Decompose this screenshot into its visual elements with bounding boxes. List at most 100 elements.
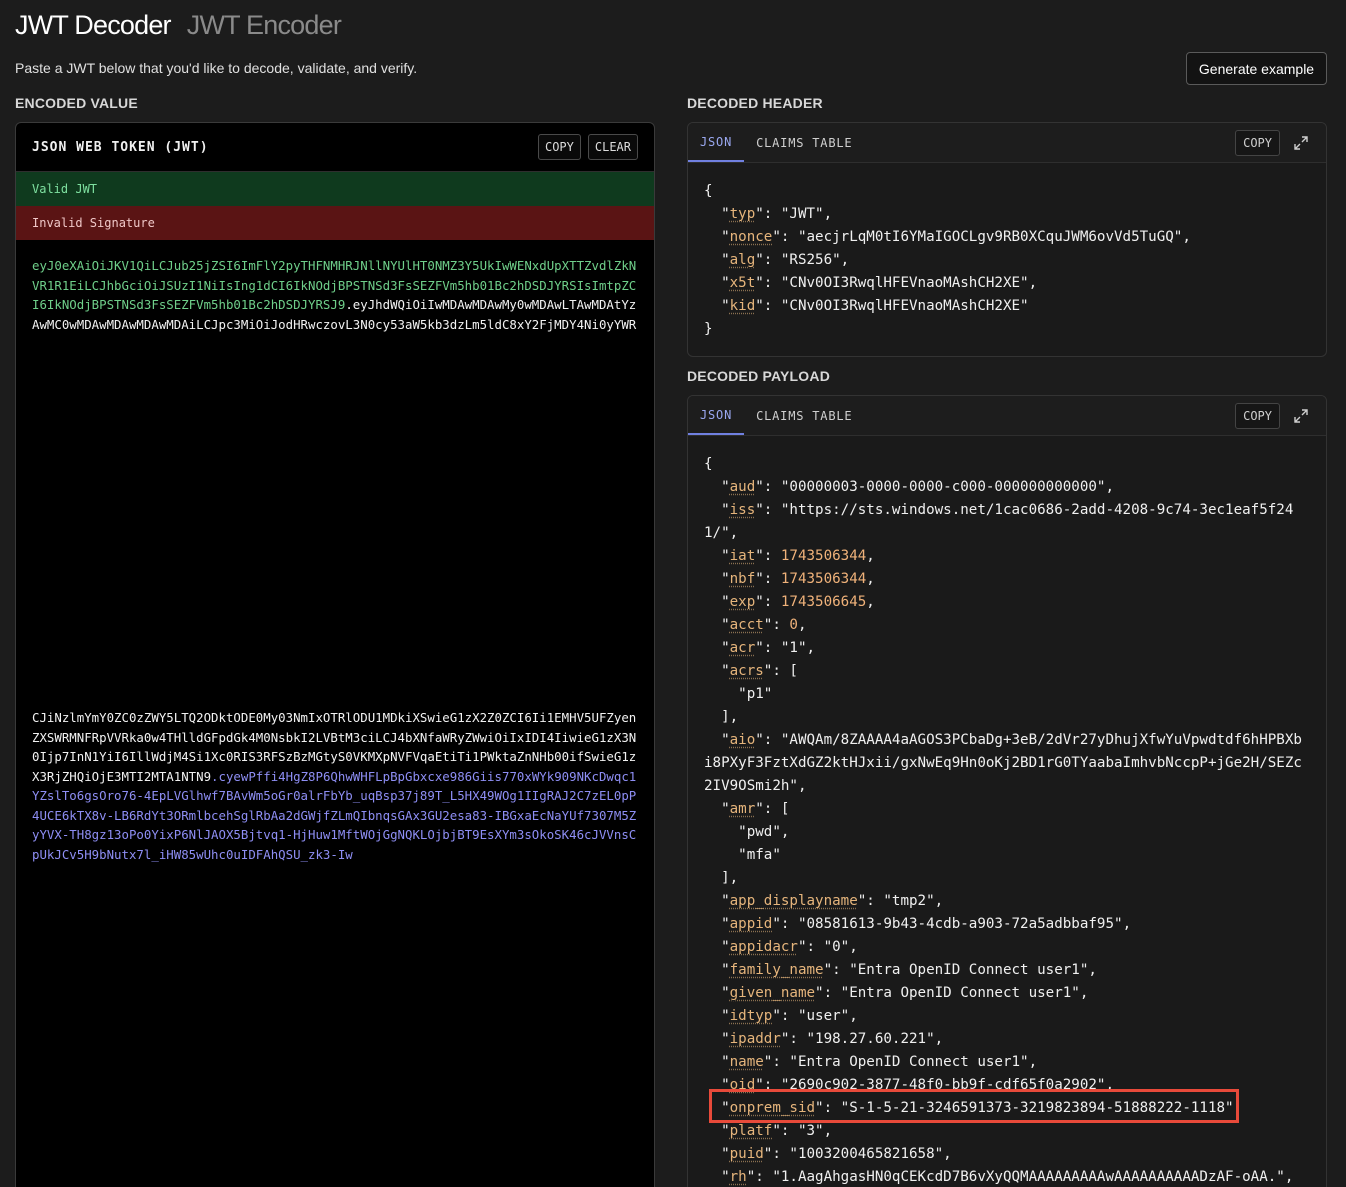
json-key: x5t — [729, 275, 756, 291]
json-value: "198.27.60.221" — [806, 1031, 935, 1047]
json-key: idtyp — [729, 1008, 773, 1024]
header-claim-kid: "kid": "CNv0OI3RwqlHFEVnaoMAshCH2XE" — [704, 298, 1029, 314]
json-key: rh — [729, 1169, 747, 1185]
header-claim-alg: "alg": "RS256", — [704, 252, 850, 268]
copy-token-button[interactable]: COPY — [537, 134, 581, 160]
json-key: appid — [729, 916, 773, 932]
decoded-header-label: DECODED HEADER — [687, 95, 823, 111]
json-value: "user" — [797, 1008, 850, 1024]
json-key: platf — [729, 1123, 773, 1139]
claim-aio-cont1: i8PXyF3FztXdGZ2ktHJxii/gxNwEq9Hn0oKj2BD1… — [704, 755, 1302, 771]
claim-iss-cont: 1/", — [704, 525, 739, 541]
json-value: "3" — [797, 1123, 824, 1139]
json-key: given_name — [729, 985, 816, 1001]
encoded-panel-title: JSON WEB TOKEN (JWT) — [32, 139, 209, 155]
onprem-sid-highlight — [709, 1089, 1239, 1123]
expand-icon[interactable] — [1292, 407, 1310, 425]
header-claim-x5t: "x5t": "CNv0OI3RwqlHFEVnaoMAshCH2XE", — [704, 275, 1038, 291]
valid-jwt-status: Valid JWT — [16, 172, 654, 206]
payload-tab-claims-table[interactable]: CLAIMS TABLE — [744, 396, 864, 435]
json-key: kid — [729, 298, 756, 314]
json-value: "1.AagAhgasHN0qCEKcdD7B6vXyQQMAAAAAAAAAw… — [772, 1169, 1285, 1185]
clear-token-button[interactable]: CLEAR — [587, 134, 638, 160]
json-value: "aecjrLqM0tI6YMaIGOCLgv9RB0XCquJWM6ovVd5… — [797, 229, 1183, 245]
json-key: ipaddr — [729, 1031, 781, 1047]
claim-rh: "rh": "1.AagAhgasHN0qCEKcdD7B6vXyQQMAAAA… — [704, 1169, 1294, 1185]
page-subtitle: Paste a JWT below that you'd like to dec… — [15, 60, 418, 76]
json-key: typ — [729, 206, 756, 222]
claim-iss: "iss": "https://sts.windows.net/1cac0686… — [704, 502, 1294, 518]
invalid-signature-status: Invalid Signature — [16, 206, 654, 240]
payload-tab-json[interactable]: JSON — [688, 396, 745, 435]
claim-nbf: "nbf": 1743506344, — [704, 571, 875, 587]
json-value: "0" — [823, 939, 850, 955]
json-key: name — [729, 1054, 764, 1070]
claim-platf: "platf": "3", — [704, 1123, 833, 1139]
json-value: "JWT" — [780, 206, 824, 222]
header-copy-button[interactable]: COPY — [1235, 130, 1280, 156]
json-key: appidacr — [729, 939, 798, 955]
header-tab-claims-table[interactable]: CLAIMS TABLE — [744, 123, 864, 162]
json-value: "08581613-9b43-4cdb-a903-72a5adbbaf95" — [797, 916, 1123, 932]
json-open-brace: { — [704, 183, 713, 199]
decoded-payload-panel: JSON CLAIMS TABLE COPY { "aud": "0000000… — [687, 395, 1327, 1187]
encoded-panel-header: JSON WEB TOKEN (JWT) COPY CLEAR — [16, 123, 654, 172]
header-claim-nonce: "nonce": "aecjrLqM0tI6YMaIGOCLgv9RB0XCqu… — [704, 229, 1191, 245]
claim-name: "name": "Entra OpenID Connect user1", — [704, 1054, 1038, 1070]
claim-acrs-item: "p1" — [738, 686, 773, 702]
claim-appid: "appid": "08581613-9b43-4cdb-a903-72a5ad… — [704, 916, 1132, 932]
payload-rest-claims: "app_displayname": "tmp2", "appid": "085… — [704, 890, 1310, 1187]
encoded-value-label: ENCODED VALUE — [15, 95, 138, 111]
json-open-brace: { — [704, 456, 713, 472]
json-value: "CNv0OI3RwqlHFEVnaoMAshCH2XE" — [780, 275, 1029, 291]
claim-given_name: "given_name": "Entra OpenID Connect user… — [704, 985, 1089, 1001]
claim-aud: "aud": "00000003-0000-0000-c000-00000000… — [704, 479, 1115, 495]
claim-acrs: "acrs": [ — [704, 663, 798, 679]
claim-acrs-close: ], — [704, 709, 739, 725]
header-tab-json[interactable]: JSON — [688, 123, 745, 162]
json-value: "Entra OpenID Connect user1" — [840, 985, 1080, 1001]
payload-json-body: { "aud": "00000003-0000-0000-c000-000000… — [688, 436, 1326, 1187]
claim-iat: "iat": 1743506344, — [704, 548, 875, 564]
json-value: "RS256" — [780, 252, 841, 268]
claim-family_name: "family_name": "Entra OpenID Connect use… — [704, 962, 1097, 978]
header-json-body: { "typ": "JWT", "nonce": "aecjrLqM0tI6YM… — [688, 163, 1326, 341]
claim-acr: "acr": "1", — [704, 640, 816, 656]
tab-jwt-decoder[interactable]: JWT Decoder — [15, 10, 172, 41]
claim-appidacr: "appidacr": "0", — [704, 939, 858, 955]
claim-app_displayname: "app_displayname": "tmp2", — [704, 893, 944, 909]
claim-acct: "acct": 0, — [704, 617, 807, 633]
json-value: "Entra OpenID Connect user1" — [849, 962, 1089, 978]
claim-aio-cont2: 2IV9OSmi2h", — [704, 778, 807, 794]
decoded-header-panel: JSON CLAIMS TABLE COPY { "typ": "JWT", "… — [687, 122, 1327, 357]
title-tabs: JWT Decoder JWT Encoder — [15, 10, 342, 41]
json-value: "tmp2" — [883, 893, 935, 909]
token-input-top[interactable]: eyJ0eXAiOiJKV1QiLCJub25jZSI6ImFlY2pyTHFN… — [16, 256, 654, 334]
tab-jwt-encoder[interactable]: JWT Encoder — [187, 10, 342, 41]
claim-aio: "aio": "AWQAm/8ZAAAA4aAGOS3PCbaDg+3eB/2d… — [704, 732, 1302, 748]
json-key: nonce — [729, 229, 773, 245]
json-value: "Entra OpenID Connect user1" — [789, 1054, 1029, 1070]
json-close-brace: } — [704, 321, 713, 337]
claim-exp: "exp": 1743506645, — [704, 594, 875, 610]
generate-example-button[interactable]: Generate example — [1186, 52, 1327, 85]
json-value: "CNv0OI3RwqlHFEVnaoMAshCH2XE" — [780, 298, 1029, 314]
json-key: puid — [729, 1146, 764, 1162]
header-claim-typ: "typ": "JWT", — [704, 206, 833, 222]
token-input-bottom[interactable]: CJiNzlmYmY0ZC0zZWY5LTQ2ODktODE0My03NmIxO… — [16, 708, 654, 864]
encoded-token-panel: JSON WEB TOKEN (JWT) COPY CLEAR Valid JW… — [15, 122, 655, 1187]
claim-amr-close: ], — [704, 870, 739, 886]
claim-puid: "puid": "1003200465821658", — [704, 1146, 952, 1162]
claim-amr: "amr": [ — [704, 801, 790, 817]
payload-copy-button[interactable]: COPY — [1235, 403, 1280, 429]
json-key: app_displayname — [729, 893, 858, 909]
decoded-payload-label: DECODED PAYLOAD — [687, 368, 831, 384]
json-key: alg — [729, 252, 756, 268]
json-value: "1003200465821658" — [789, 1146, 944, 1162]
claim-amr-item: "pwd", — [738, 824, 790, 840]
claim-amr-item: "mfa" — [738, 847, 781, 863]
expand-icon[interactable] — [1292, 134, 1310, 152]
claim-ipaddr: "ipaddr": "198.27.60.221", — [704, 1031, 944, 1047]
claim-idtyp: "idtyp": "user", — [704, 1008, 858, 1024]
json-key: family_name — [729, 962, 824, 978]
